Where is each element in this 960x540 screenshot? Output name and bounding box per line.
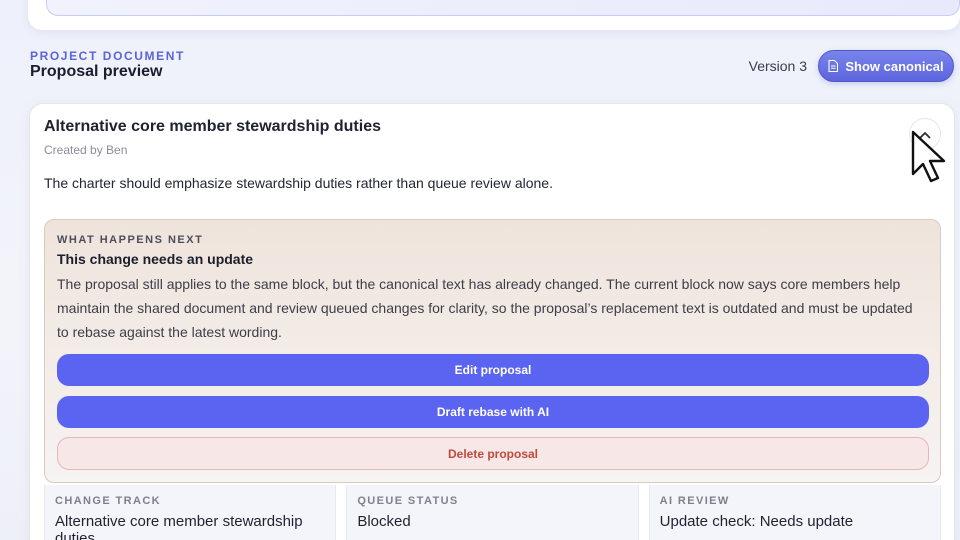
next-eyebrow: WHAT HAPPENS NEXT [57, 234, 204, 246]
stats-row: CHANGE TRACK Alternative core member ste… [44, 485, 941, 540]
stat-value: Blocked [357, 513, 411, 530]
page: PROJECT DOCUMENT Proposal preview Versio… [0, 0, 960, 540]
edit-proposal-button[interactable]: Edit proposal [57, 354, 929, 386]
page-title: Proposal preview [30, 63, 163, 80]
stat-label: AI REVIEW [659, 495, 730, 507]
delete-proposal-button[interactable]: Delete proposal [57, 437, 929, 470]
stat-label: QUEUE STATUS [357, 495, 459, 507]
proposal-card: Alternative core member stewardship duti… [29, 103, 955, 540]
section-eyebrow: PROJECT DOCUMENT [30, 49, 185, 63]
stat-queue-status: QUEUE STATUS Blocked [346, 485, 639, 540]
next-description: The proposal still applies to the same b… [57, 276, 913, 340]
mouse-cursor-icon [910, 130, 954, 184]
proposal-title: Alternative core member stewardship duti… [44, 118, 381, 135]
stat-value: Update check: Needs update [659, 513, 854, 530]
proposal-body: The charter should emphasize stewardship… [44, 175, 553, 191]
previous-card-input[interactable] [46, 0, 960, 16]
draft-rebase-button[interactable]: Draft rebase with AI [57, 396, 929, 428]
show-canonical-button[interactable]: Show canonical [818, 50, 954, 82]
stat-value: Alternative core member stewardship duti… [55, 513, 303, 540]
stat-ai-review: AI REVIEW Update check: Needs update [648, 485, 941, 540]
previous-card [28, 0, 960, 30]
document-icon [828, 60, 839, 72]
version-label: Version 3 [748, 58, 807, 74]
next-steps-panel: WHAT HAPPENS NEXT This change needs an u… [44, 219, 941, 483]
show-canonical-label: Show canonical [845, 58, 944, 74]
proposal-author: Created by Ben [44, 143, 128, 157]
stat-change-track: CHANGE TRACK Alternative core member ste… [44, 485, 337, 540]
stat-label: CHANGE TRACK [55, 495, 162, 507]
next-title: This change needs an update [57, 251, 254, 267]
